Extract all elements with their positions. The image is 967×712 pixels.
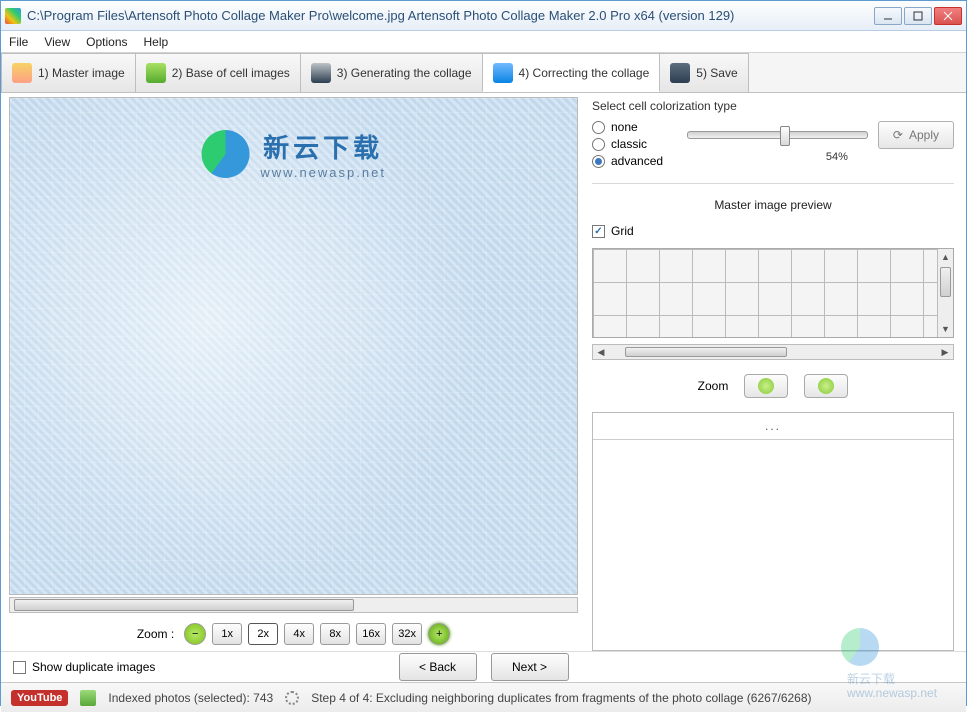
youtube-link[interactable]: YouTube	[11, 690, 68, 706]
tab-label: 5) Save	[696, 66, 737, 80]
tab-label: 1) Master image	[38, 66, 125, 80]
menu-options[interactable]: Options	[86, 35, 127, 49]
watermark: 新云下载 www.newasp.net	[201, 128, 386, 180]
step-status-label: Step 4 of 4: Excluding neighboring dupli…	[311, 691, 811, 705]
master-zoom-out-button[interactable]	[744, 374, 788, 398]
titlebar: C:\Program Files\Artensoft Photo Collage…	[1, 1, 966, 31]
right-pane: Select cell colorization type none class…	[586, 93, 966, 651]
radio-classic-label: classic	[611, 137, 647, 151]
radio-advanced-label: advanced	[611, 154, 663, 168]
master-image-icon	[12, 63, 32, 83]
colorization-group: Select cell colorization type none class…	[592, 99, 954, 171]
zoom-1x-button[interactable]: 1x	[212, 623, 242, 645]
master-zoom-controls: Zoom	[592, 366, 954, 406]
scroll-up-icon[interactable]: ▲	[938, 249, 953, 265]
menu-view[interactable]: View	[44, 35, 70, 49]
zoom-4x-button[interactable]: 4x	[284, 623, 314, 645]
radio-classic[interactable]: classic	[592, 137, 677, 151]
wand-icon	[311, 63, 331, 83]
menu-file[interactable]: File	[9, 35, 28, 49]
save-icon	[670, 63, 690, 83]
collage-preview[interactable]: 新云下载 www.newasp.net	[9, 97, 578, 595]
zoom-in-button[interactable]: +	[428, 623, 450, 645]
tab-label: 3) Generating the collage	[337, 66, 472, 80]
master-zoom-in-button[interactable]	[804, 374, 848, 398]
app-icon	[5, 8, 21, 24]
zoom-32x-button[interactable]: 32x	[392, 623, 422, 645]
watermark-url: www.newasp.net	[260, 165, 386, 180]
main-area: 新云下载 www.newasp.net Zoom : − 1x 2x 4x 8x…	[1, 93, 966, 651]
show-duplicates-checkbox[interactable]: Show duplicate images	[13, 660, 155, 674]
tab-base-images[interactable]: 2) Base of cell images	[135, 53, 301, 92]
colorization-title: Select cell colorization type	[592, 99, 954, 113]
zoom-2x-button[interactable]: 2x	[248, 623, 278, 645]
cube-icon	[493, 63, 513, 83]
statusbar: YouTube Indexed photos (selected): 743 S…	[1, 682, 966, 712]
zoom-controls: Zoom : − 1x 2x 4x 8x 16x 32x +	[9, 613, 578, 651]
scroll-left-icon[interactable]: ◀	[593, 345, 609, 359]
tab-label: 2) Base of cell images	[172, 66, 290, 80]
preview-hscrollbar[interactable]	[9, 597, 578, 613]
master-zoom-label: Zoom	[698, 379, 729, 393]
radio-none-label: none	[611, 120, 638, 134]
detail-panel-header: ...	[593, 413, 953, 440]
refresh-icon: ⟳	[893, 128, 903, 142]
left-pane: 新云下载 www.newasp.net Zoom : − 1x 2x 4x 8x…	[1, 93, 586, 651]
zoom-8x-button[interactable]: 8x	[320, 623, 350, 645]
apply-label: Apply	[909, 128, 939, 142]
master-grid-preview[interactable]: ▲ ▼	[592, 248, 954, 338]
spinner-icon	[285, 691, 299, 705]
grid-vscrollbar[interactable]: ▲ ▼	[937, 249, 953, 337]
grid-label: Grid	[611, 224, 634, 238]
colorization-slider[interactable]	[687, 131, 868, 139]
base-images-icon	[146, 63, 166, 83]
apply-button[interactable]: ⟳ Apply	[878, 121, 954, 149]
back-button[interactable]: < Back	[399, 653, 477, 681]
menu-help[interactable]: Help	[144, 35, 169, 49]
plus-icon	[818, 378, 834, 394]
maximize-button[interactable]	[904, 7, 932, 25]
tab-save[interactable]: 5) Save	[659, 53, 748, 92]
menubar: File View Options Help	[1, 31, 966, 53]
slider-value: 54%	[826, 151, 954, 163]
minus-icon	[758, 378, 774, 394]
master-preview-title: Master image preview	[592, 198, 954, 212]
scroll-down-icon[interactable]: ▼	[938, 321, 953, 337]
zoom-out-button[interactable]: −	[184, 623, 206, 645]
zoom-label: Zoom :	[137, 627, 174, 641]
scroll-right-icon[interactable]: ▶	[937, 345, 953, 359]
radio-none[interactable]: none	[592, 120, 677, 134]
next-button[interactable]: Next >	[491, 653, 569, 681]
detail-panel: ...	[592, 412, 954, 651]
watermark-logo-icon	[201, 130, 249, 178]
close-button[interactable]	[934, 7, 962, 25]
watermark-text-cn: 新云下载	[260, 128, 386, 165]
tab-label: 4) Correcting the collage	[519, 66, 650, 80]
tab-master-image[interactable]: 1) Master image	[1, 53, 136, 92]
footer-row: Show duplicate images < Back Next >	[1, 651, 966, 682]
minimize-button[interactable]	[874, 7, 902, 25]
indexed-photos-label: Indexed photos (selected): 743	[108, 691, 273, 705]
zoom-16x-button[interactable]: 16x	[356, 623, 386, 645]
window-title: C:\Program Files\Artensoft Photo Collage…	[27, 8, 874, 23]
grid-checkbox[interactable]: Grid	[592, 224, 954, 238]
photos-icon	[80, 690, 96, 706]
window-controls	[874, 7, 962, 25]
corner-watermark: 新云下载www.newasp.net	[841, 628, 961, 674]
tab-generating[interactable]: 3) Generating the collage	[300, 53, 483, 92]
step-tabs: 1) Master image 2) Base of cell images 3…	[1, 53, 966, 93]
radio-advanced[interactable]: advanced	[592, 154, 677, 168]
show-duplicates-label: Show duplicate images	[32, 660, 155, 674]
tab-correcting[interactable]: 4) Correcting the collage	[482, 53, 661, 92]
grid-hscrollbar[interactable]: ◀ ▶	[592, 344, 954, 360]
